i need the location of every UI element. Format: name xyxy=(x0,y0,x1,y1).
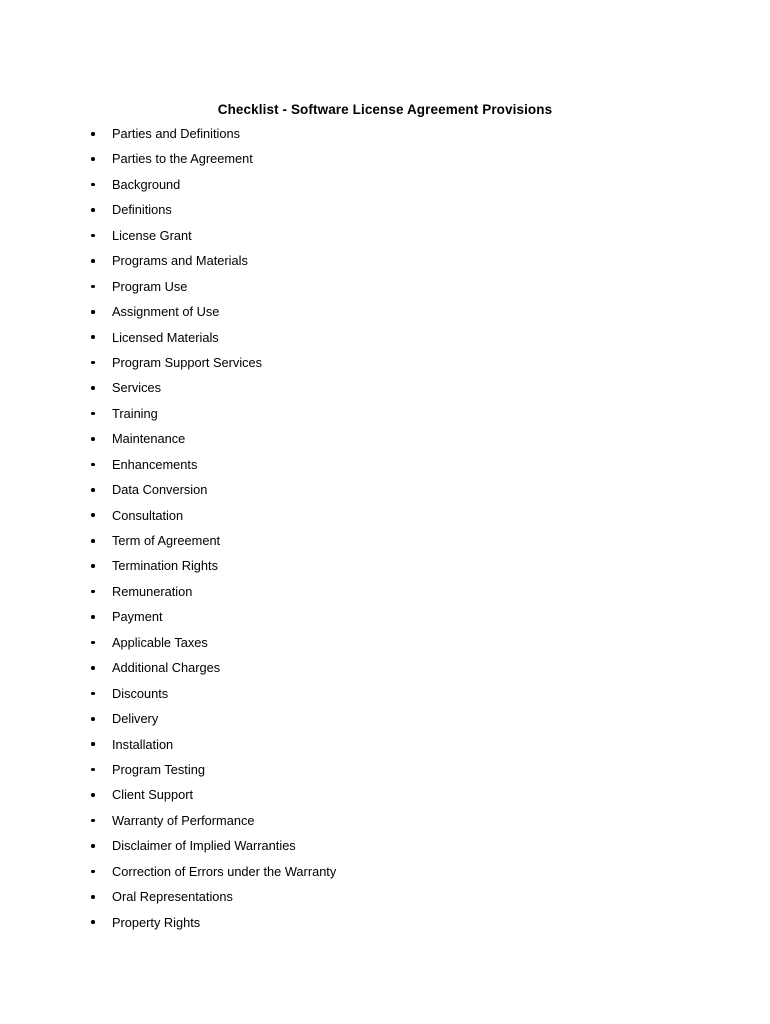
bullet-dot-icon xyxy=(91,182,95,187)
list-item-label: Parties and Definitions xyxy=(112,126,241,141)
bullet-dot-icon xyxy=(91,818,95,823)
bullet-dot-icon xyxy=(91,793,95,797)
page-title: Checklist - Software License Agreement P… xyxy=(217,102,553,118)
bullet-dot-icon xyxy=(91,233,95,238)
list-item-label: Oral Representations xyxy=(112,889,233,905)
bullet-dot-icon xyxy=(91,259,95,263)
list-item-label: Applicable Taxes xyxy=(112,634,208,650)
list-item-label: Termination Rights xyxy=(112,558,218,574)
bullet-dot-icon xyxy=(91,615,95,619)
list-item: Warranty of Performance xyxy=(0,808,770,833)
list-item-label: License Grant xyxy=(112,227,192,243)
list-item-label: Warranty of Performance xyxy=(112,812,255,828)
bullet-dot-icon xyxy=(91,895,95,899)
list-item: Program Testing xyxy=(0,757,770,782)
bullet-dot-icon xyxy=(91,844,95,848)
bullet-dot-icon xyxy=(91,640,95,645)
bullet-dot-icon xyxy=(91,869,95,874)
bullet-dot-icon xyxy=(91,564,95,568)
list-item: Maintenance xyxy=(0,426,770,451)
list-item: Parties and Definitions xyxy=(0,121,770,146)
list-item-label: Remuneration xyxy=(112,583,193,599)
bullet-dot-icon xyxy=(91,742,95,747)
bullet-dot-icon xyxy=(91,335,95,340)
list-item: Assignment of Use xyxy=(0,299,770,324)
list-item-label: Disclaimer of Implied Warranties xyxy=(112,838,296,854)
checklist: Parties and Definitions Parties to the Ag… xyxy=(0,121,770,935)
list-item: License Grant xyxy=(0,223,770,248)
list-item: Disclaimer of Implied Warranties xyxy=(0,833,770,858)
list-item: Additional Charges xyxy=(0,655,770,680)
list-item: Parties to the Agreement xyxy=(0,146,770,171)
list-item-label: Discounts xyxy=(112,685,169,701)
list-item: Applicable Taxes xyxy=(0,630,770,655)
list-item-label: Correction of Errors under the Warranty xyxy=(112,863,337,879)
bullet-dot-icon xyxy=(91,513,95,518)
list-item: Definitions xyxy=(0,197,770,222)
bullet-dot-icon xyxy=(91,589,95,594)
bullet-dot-icon xyxy=(91,131,95,136)
list-item-label: Background xyxy=(112,176,181,192)
list-item-label: Maintenance xyxy=(112,431,186,447)
list-item: Program Use xyxy=(0,274,770,299)
bullet-dot-icon xyxy=(91,716,95,721)
list-item-label: Services xyxy=(112,380,162,396)
bullet-dot-icon xyxy=(91,157,95,161)
list-item-label: Program Use xyxy=(112,278,188,294)
bullet-dot-icon xyxy=(91,691,95,696)
list-item: Payment xyxy=(0,604,770,629)
list-item-label: Parties to the Agreement xyxy=(112,151,253,167)
list-item: Training xyxy=(0,401,770,426)
bullet-dot-icon xyxy=(91,208,95,212)
list-item-label: Payment xyxy=(112,609,163,625)
list-item: Oral Representations xyxy=(0,884,770,909)
list-item-label: Assignment of Use xyxy=(112,304,220,320)
document-page: Checklist - Software License Agreement P… xyxy=(0,0,770,1024)
bullet-dot-icon xyxy=(91,462,95,467)
bullet-dot-icon xyxy=(91,538,95,543)
list-item: Program Support Services xyxy=(0,350,770,375)
list-item-label: Property Rights xyxy=(112,914,201,930)
bullet-dot-icon xyxy=(91,309,95,314)
list-item: Services xyxy=(0,375,770,400)
list-item-label: Data Conversion xyxy=(112,482,208,498)
list-item-label: Installation xyxy=(112,736,174,752)
list-item: Background xyxy=(0,172,770,197)
list-item-label: Delivery xyxy=(112,711,159,727)
list-item: Remuneration xyxy=(0,579,770,604)
bullet-dot-icon xyxy=(91,666,95,670)
bullet-dot-icon xyxy=(91,386,95,390)
list-item-label: Definitions xyxy=(112,202,172,218)
list-item: Termination Rights xyxy=(0,553,770,578)
list-item-label: Client Support xyxy=(112,787,194,803)
list-item-label: Program Support Services xyxy=(112,354,263,370)
bullet-dot-icon xyxy=(91,360,95,365)
list-item-label: Consultation xyxy=(112,507,184,523)
list-item: Client Support xyxy=(0,782,770,807)
list-item-label: Additional Charges xyxy=(112,660,221,676)
list-item: Consultation xyxy=(0,503,770,528)
bullet-dot-icon xyxy=(91,284,95,289)
bullet-dot-icon xyxy=(91,437,95,441)
list-item: Correction of Errors under the Warranty xyxy=(0,859,770,884)
bullet-dot-icon xyxy=(91,767,95,772)
list-item: Discounts xyxy=(0,681,770,706)
list-item-label: Training xyxy=(112,405,158,421)
list-item-label: Enhancements xyxy=(112,456,198,472)
list-item-label: Term of Agreement xyxy=(112,533,221,548)
bullet-dot-icon xyxy=(91,920,95,925)
list-item: Delivery xyxy=(0,706,770,731)
bullet-dot-icon xyxy=(91,488,95,492)
list-item: Licensed Materials xyxy=(0,325,770,350)
list-item-label: Programs and Materials xyxy=(112,253,248,269)
list-item: Installation xyxy=(0,732,770,757)
list-item: Term of Agreement xyxy=(0,528,770,553)
list-item: Property Rights xyxy=(0,910,770,935)
list-item: Programs and Materials xyxy=(0,248,770,273)
list-item-label: Program Testing xyxy=(112,761,205,777)
bullet-dot-icon xyxy=(91,411,95,416)
list-item-label: Licensed Materials xyxy=(112,329,219,345)
list-item: Enhancements xyxy=(0,452,770,477)
list-item: Data Conversion xyxy=(0,477,770,502)
